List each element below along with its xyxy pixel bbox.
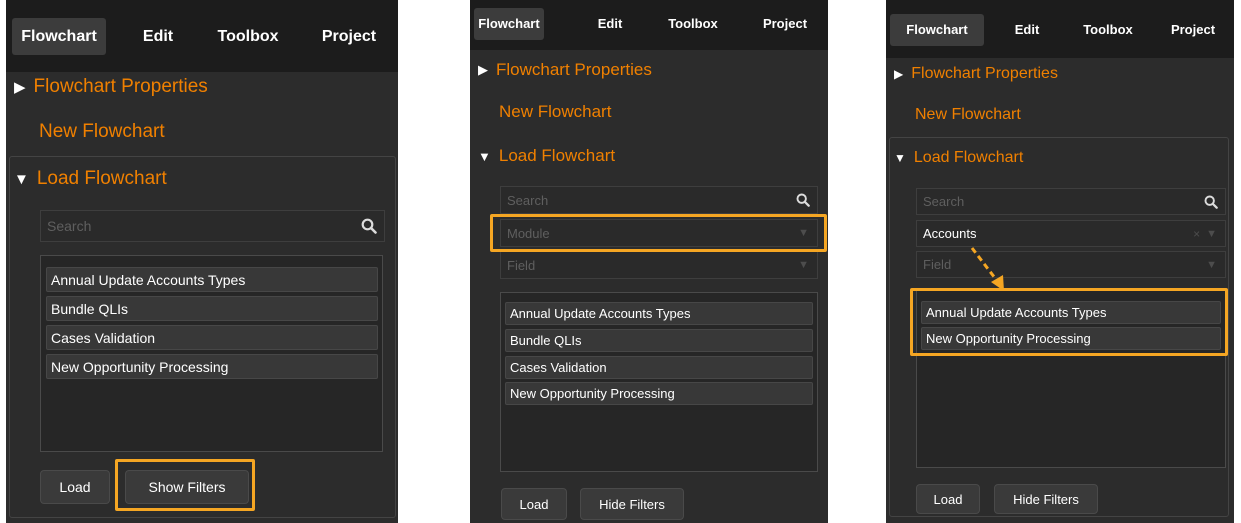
load-flowchart-label: Load Flowchart [36,168,167,189]
tab-project[interactable]: Project [750,8,820,40]
flowchart-properties-toggle[interactable]: ▶ Flowchart Properties [478,56,652,84]
search-placeholder: Search [923,194,965,209]
tab-flowchart[interactable]: Flowchart [12,18,106,55]
flowchart-properties-label: Flowchart Properties [33,76,208,97]
field-placeholder: Field [507,257,536,273]
load-flowchart-toggle[interactable]: ▼ Load Flowchart [894,144,1023,172]
chevron-down-icon: ▼ [798,259,809,271]
flowchart-list: Annual Update Accounts Types Bundle QLIs… [40,255,383,452]
load-button[interactable]: Load [501,488,567,520]
tab-flowchart[interactable]: Flowchart [890,14,984,46]
tab-bar: Flowchart Edit Toolbox Project [886,0,1234,58]
new-flowchart-link[interactable]: New Flowchart [499,98,611,126]
load-flowchart-label: Load Flowchart [913,149,1024,166]
field-select[interactable]: Field ▼ [916,251,1226,278]
search-icon[interactable] [1204,195,1225,209]
list-item[interactable]: Annual Update Accounts Types [46,267,378,292]
list-item[interactable]: Annual Update Accounts Types [921,301,1221,324]
tab-toolbox[interactable]: Toolbox [205,18,291,55]
module-placeholder: Module [507,225,550,241]
flowchart-properties-label: Flowchart Properties [911,65,1058,82]
show-filters-button[interactable]: Show Filters [125,470,249,504]
search-input[interactable]: Search [40,210,385,242]
clear-icon[interactable]: × [1193,227,1206,241]
flowchart-panel-3: Flowchart Edit Toolbox Project ▶ Flowcha… [886,0,1234,523]
tab-flowchart[interactable]: Flowchart [474,8,544,40]
module-value: Accounts [923,226,977,241]
load-flowchart-toggle[interactable]: ▼ Load Flowchart [478,142,615,170]
collapsed-triangle-icon: ▶ [894,67,904,81]
list-item[interactable]: Bundle QLIs [46,296,378,321]
module-select[interactable]: Accounts × ▼ [916,220,1226,247]
chevron-down-icon: ▼ [1206,258,1217,271]
collapsed-triangle-icon: ▶ [478,62,488,77]
list-item[interactable]: Bundle QLIs [505,329,813,352]
search-icon[interactable] [361,218,384,234]
expanded-triangle-icon: ▼ [14,170,29,188]
list-item[interactable]: Annual Update Accounts Types [505,302,813,325]
load-button[interactable]: Load [40,470,110,504]
load-flowchart-section: ▼ Load Flowchart Search Accounts × ▼ Fie… [889,137,1229,517]
tab-edit[interactable]: Edit [588,8,632,40]
list-item[interactable]: New Opportunity Processing [921,327,1221,350]
load-flowchart-label: Load Flowchart [498,146,616,165]
tab-project[interactable]: Project [306,18,392,55]
field-placeholder: Field [923,257,952,272]
flowchart-panel-1: Flowchart Edit Toolbox Project ▶ Flowcha… [6,0,398,523]
search-input[interactable]: Search [500,186,818,214]
filter-arrow-indicator [970,247,1004,291]
module-select[interactable]: Module ▼ [500,219,818,247]
tab-bar: Flowchart Edit Toolbox Project [470,0,828,50]
search-icon[interactable] [796,193,817,207]
flowchart-properties-label: Flowchart Properties [496,60,652,79]
tab-project[interactable]: Project [1158,14,1228,46]
flowchart-list: Annual Update Accounts Types New Opportu… [916,289,1226,468]
flowchart-properties-toggle[interactable]: ▶ Flowchart Properties [894,60,1058,88]
flowchart-properties-toggle[interactable]: ▶ Flowchart Properties [14,72,208,102]
expanded-triangle-icon: ▼ [894,151,906,165]
list-item[interactable]: New Opportunity Processing [46,354,378,379]
tab-edit[interactable]: Edit [1003,14,1051,46]
chevron-down-icon: ▼ [1206,227,1217,240]
load-button[interactable]: Load [916,484,980,514]
list-item[interactable]: Cases Validation [505,356,813,379]
search-input[interactable]: Search [916,188,1226,215]
new-flowchart-link[interactable]: New Flowchart [915,101,1021,129]
field-select[interactable]: Field ▼ [500,251,818,279]
collapsed-triangle-icon: ▶ [14,79,26,96]
hide-filters-button[interactable]: Hide Filters [580,488,684,520]
flowchart-panel-2: Flowchart Edit Toolbox Project ▶ Flowcha… [470,0,828,523]
tab-toolbox[interactable]: Toolbox [658,8,728,40]
search-placeholder: Search [47,218,92,234]
search-placeholder: Search [507,192,549,208]
load-flowchart-toggle[interactable]: ▼ Load Flowchart [14,164,167,194]
new-flowchart-link[interactable]: New Flowchart [39,117,165,147]
tab-bar: Flowchart Edit Toolbox Project [6,0,398,72]
list-item[interactable]: New Opportunity Processing [505,382,813,405]
chevron-down-icon: ▼ [798,227,809,239]
tab-edit[interactable]: Edit [128,18,188,55]
load-flowchart-section: ▼ Load Flowchart Search Annual Update Ac… [9,156,396,518]
expanded-triangle-icon: ▼ [478,148,491,164]
tab-toolbox[interactable]: Toolbox [1068,14,1148,46]
flowchart-list: Annual Update Accounts Types Bundle QLIs… [500,292,818,472]
list-item[interactable]: Cases Validation [46,325,378,350]
hide-filters-button[interactable]: Hide Filters [994,484,1098,514]
